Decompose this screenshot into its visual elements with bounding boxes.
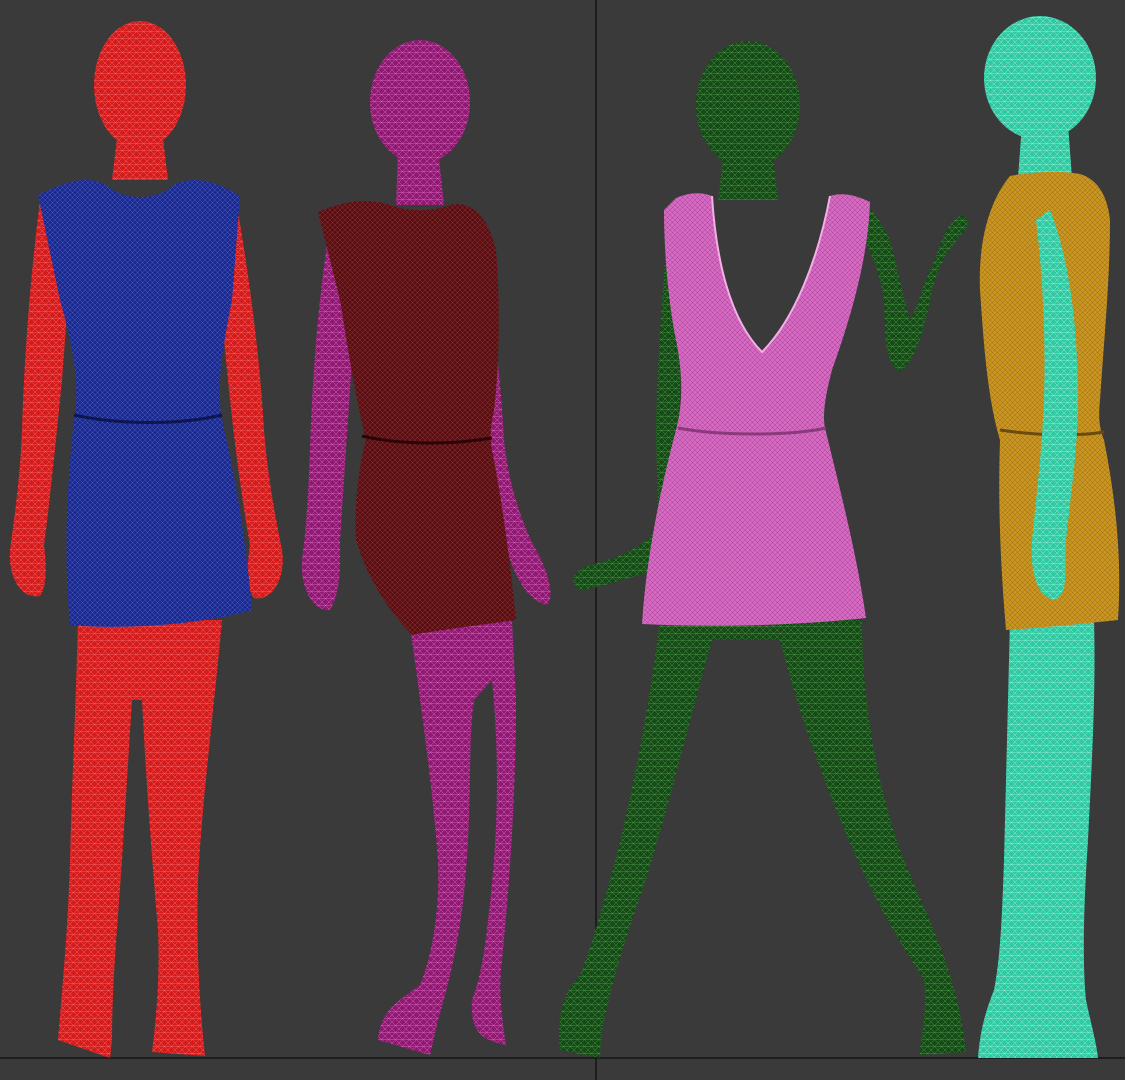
- mannequin-head: [696, 41, 800, 169]
- mannequin-legs: [978, 620, 1098, 1058]
- mannequin-head: [370, 40, 470, 164]
- viewport-canvas[interactable]: [0, 0, 1125, 1080]
- mannequin-side-walking-view[interactable]: [301, 40, 551, 1055]
- mannequin-front-view[interactable]: [9, 21, 283, 1058]
- mannequin-head: [94, 21, 186, 149]
- mannequin-neck: [396, 150, 444, 205]
- 3d-viewport[interactable]: [0, 0, 1125, 1080]
- mannequin-profile-view[interactable]: [978, 16, 1120, 1058]
- mannequin-neck: [1018, 124, 1072, 178]
- mannequin-back-view[interactable]: [559, 41, 968, 1058]
- mannequin-dress: [38, 179, 252, 627]
- mannequin-right-arm: [852, 200, 968, 372]
- mannequin-legs: [559, 620, 966, 1058]
- mannequin-legs: [378, 620, 516, 1055]
- mannequin-head: [984, 16, 1096, 140]
- mannequin-neck: [718, 150, 778, 200]
- mannequin-neck: [112, 130, 168, 180]
- mannequin-legs: [58, 620, 222, 1058]
